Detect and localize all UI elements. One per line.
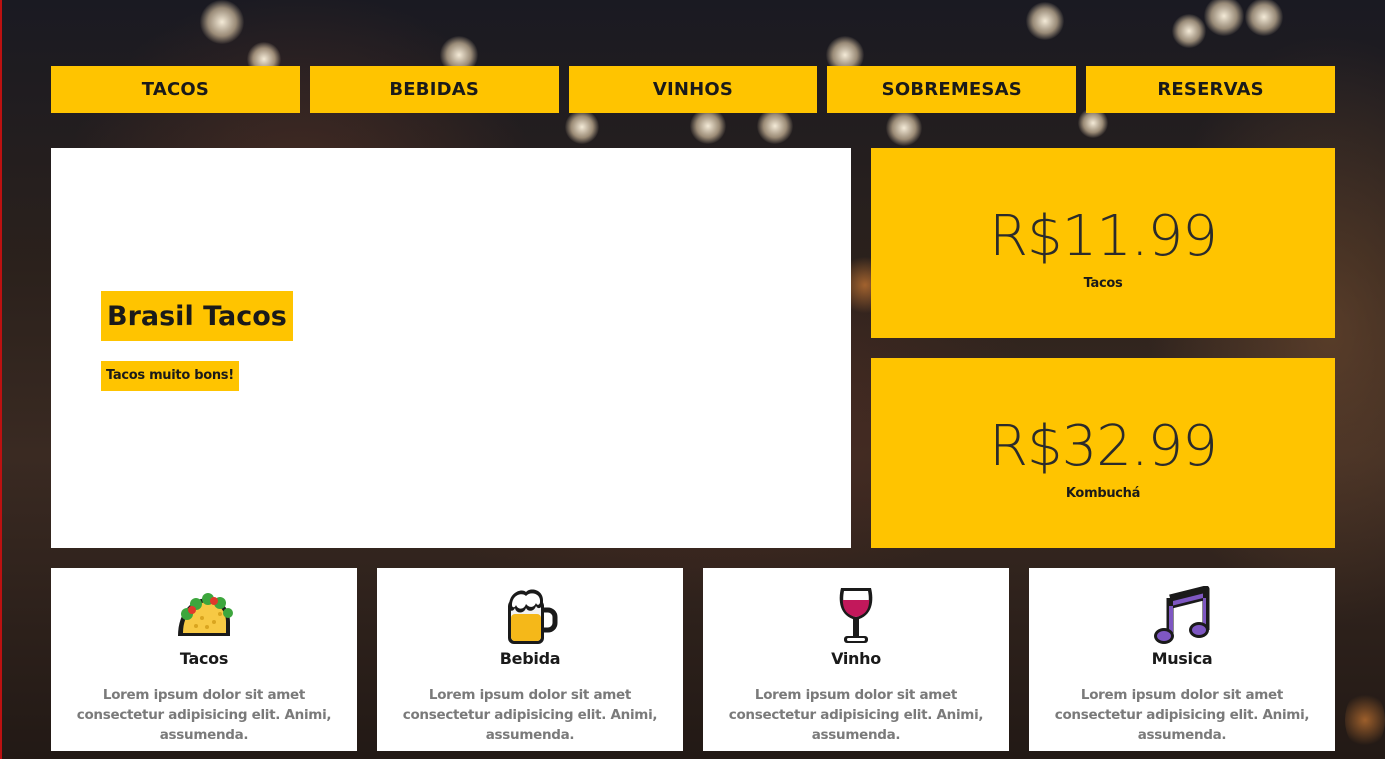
feature-card-bebida: Bebida Lorem ipsum dolor sit amet consec…	[377, 568, 683, 751]
card-text: Lorem ipsum dolor sit amet consectetur a…	[1054, 687, 1310, 743]
hero-subtitle: Tacos muito bons!	[101, 361, 239, 391]
card-text: Lorem ipsum dolor sit amet consectetur a…	[402, 687, 658, 743]
hero-title: Brasil Tacos	[101, 291, 293, 341]
price-card-tacos: R$11.99 Tacos	[871, 148, 1335, 338]
card-text: Lorem ipsum dolor sit amet consectetur a…	[728, 687, 984, 743]
hero-panel: Brasil Tacos Tacos muito bons!	[51, 148, 851, 548]
nav-item-sobremesas[interactable]: SOBREMESAS	[827, 66, 1077, 113]
price-label: Tacos	[1083, 276, 1123, 291]
nav-item-reservas[interactable]: RESERVAS	[1086, 66, 1335, 113]
card-title: Musica	[1151, 649, 1213, 668]
price-value: R$11.99	[989, 204, 1218, 269]
feature-card-musica: Musica Lorem ipsum dolor sit amet consec…	[1029, 568, 1335, 751]
nav-item-bebidas[interactable]: BEBIDAS	[309, 66, 559, 113]
beer-mug-icon	[508, 589, 558, 644]
card-title: Tacos	[179, 649, 229, 668]
card-text: Lorem ipsum dolor sit amet consectetur a…	[76, 687, 332, 743]
price-value: R$32.99	[989, 414, 1218, 479]
feature-card-vinho: Vinho Lorem ipsum dolor sit amet consect…	[703, 568, 1009, 751]
nav-item-vinhos[interactable]: VINHOS	[568, 66, 818, 113]
taco-icon	[178, 593, 233, 636]
price-card-kombucha: R$32.99 Kombuchá	[871, 358, 1335, 548]
price-label: Kombuchá	[1065, 486, 1141, 501]
feature-card-tacos: Tacos Lorem ipsum dolor sit amet consect…	[51, 568, 357, 751]
card-title: Vinho	[831, 649, 881, 668]
music-notes-icon	[1154, 586, 1210, 644]
card-title: Bebida	[499, 649, 561, 668]
wine-glass-icon	[839, 588, 873, 643]
nav-item-tacos[interactable]: TACOS	[51, 66, 300, 113]
main-nav: TACOS BEBIDAS VINHOS SOBREMESAS RESERVAS	[51, 66, 1335, 113]
